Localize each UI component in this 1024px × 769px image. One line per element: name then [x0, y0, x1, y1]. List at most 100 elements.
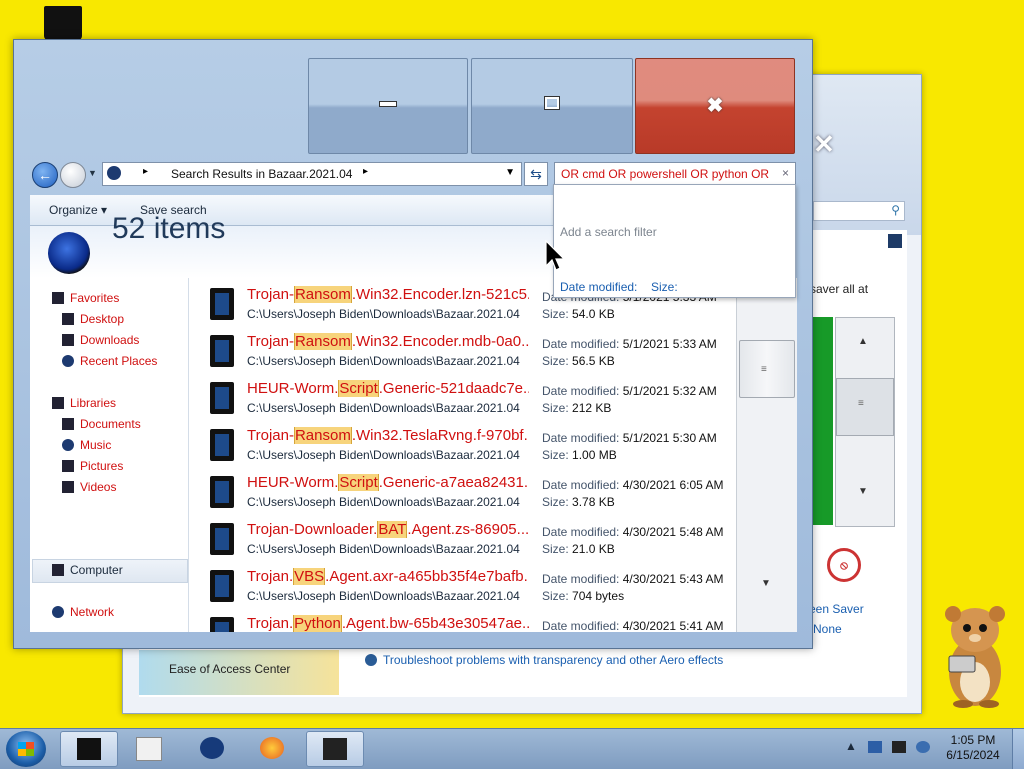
- file-date: Date modified: 5/1/2021 5:33 AM: [542, 337, 717, 351]
- show-desktop-button[interactable]: [1012, 729, 1024, 769]
- recent-pages-dropdown-icon[interactable]: ▼: [88, 168, 97, 178]
- list-item[interactable]: Trojan-Ransom.Win32.Encoder.mdb-0a0... C…: [190, 325, 736, 372]
- file-name[interactable]: Trojan-Ransom.Win32.Encoder.lzn-521c5...: [247, 286, 529, 303]
- nav-recent-places[interactable]: Recent Places: [62, 354, 157, 368]
- taskbar-app-window[interactable]: [306, 731, 364, 767]
- nav-desktop[interactable]: Desktop: [62, 312, 124, 326]
- taskbar-app-media[interactable]: [120, 731, 176, 765]
- file-date: Date modified: 4/30/2021 6:05 AM: [542, 478, 724, 492]
- action-center-icon[interactable]: [868, 741, 882, 753]
- minimize-button[interactable]: [308, 58, 468, 154]
- file-name[interactable]: Trojan-Ransom.Win32.Encoder.mdb-0a0...: [247, 333, 529, 350]
- network-tray-icon[interactable]: [916, 741, 930, 753]
- file-name[interactable]: Trojan-Downloader.BAT.Agent.zs-86905...: [247, 521, 529, 538]
- display-icon[interactable]: [892, 741, 906, 753]
- search-results-icon: [48, 232, 90, 274]
- scroll-thumb[interactable]: [739, 340, 795, 398]
- nav-videos[interactable]: Videos: [62, 480, 116, 494]
- list-item[interactable]: HEUR-Worm.Script.Generic-521daadc7e... C…: [190, 372, 736, 419]
- address-dropdown-icon[interactable]: ▼: [505, 167, 515, 178]
- scroll-up-icon[interactable]: ▲: [858, 336, 868, 347]
- background-close-icon[interactable]: ✕: [813, 129, 835, 160]
- start-button[interactable]: [6, 731, 46, 767]
- nav-music[interactable]: Music: [62, 438, 111, 452]
- window-icon: [323, 738, 347, 760]
- scroll-down-icon[interactable]: ▼: [858, 486, 868, 497]
- taskbar-app-firefox[interactable]: [244, 731, 300, 765]
- close-button[interactable]: ✖: [635, 58, 795, 154]
- desktop-shortcut-icon[interactable]: [44, 6, 82, 40]
- file-name[interactable]: Trojan.VBS.Agent.axr-a465bb35f4e7bafb...: [247, 568, 529, 585]
- file-date: Date modified: 5/1/2021 5:30 AM: [542, 431, 717, 445]
- scroll-down-icon[interactable]: ▼: [761, 578, 771, 589]
- scroll-thumb[interactable]: [836, 378, 894, 436]
- file-date: Date modified: 4/30/2021 5:48 AM: [542, 525, 724, 539]
- filter-date-modified[interactable]: Date modified:: [560, 280, 637, 294]
- list-item[interactable]: Trojan-Downloader.BAT.Agent.zs-86905... …: [190, 513, 736, 560]
- breadcrumb[interactable]: Search Results in Bazaar.2021.04: [171, 167, 352, 181]
- file-name[interactable]: HEUR-Worm.Script.Generic-521daadc7e...: [247, 380, 529, 397]
- taskbar: ▲ 1:05 PM 6/15/2024: [0, 728, 1024, 769]
- forward-button[interactable]: [60, 162, 86, 188]
- file-name[interactable]: Trojan.Python.Agent.bw-65b43e30547ae...: [247, 615, 529, 632]
- search-filter-dropdown: Add a search filter Date modified: Size:: [553, 184, 796, 298]
- troubleshoot-link[interactable]: Troubleshoot problems with transparency …: [365, 653, 723, 667]
- computer-icon: [107, 166, 121, 180]
- file-name[interactable]: HEUR-Worm.Script.Generic-a7aea82431...: [247, 474, 529, 491]
- back-button[interactable]: ←: [32, 162, 58, 188]
- nav-computer[interactable]: Computer: [52, 563, 123, 577]
- media-player-icon: [136, 737, 162, 761]
- nav-favorites[interactable]: Favorites: [52, 291, 119, 305]
- taskbar-app-explorer[interactable]: [60, 731, 118, 767]
- search-query-text[interactable]: OR cmd OR powershell OR python OR j: [561, 167, 771, 181]
- ease-of-access-label: Ease of Access Center: [169, 662, 291, 676]
- show-hidden-icons-arrow[interactable]: ▲: [845, 739, 857, 753]
- breadcrumb-chevron-icon[interactable]: ▸: [143, 166, 148, 177]
- clear-search-icon[interactable]: ×: [782, 166, 789, 180]
- breadcrumb-chevron-icon[interactable]: ▸: [363, 166, 368, 177]
- search-input[interactable]: OR cmd OR powershell OR python OR j ×: [554, 162, 796, 186]
- background-search-box[interactable]: ⚲: [813, 201, 905, 221]
- explorer-window[interactable]: ✖ ← ▼ ▸ Search Results in Bazaar.2021.04…: [13, 39, 813, 649]
- file-date: Date modified: 4/30/2021 5:43 AM: [542, 572, 724, 586]
- background-scrollbar[interactable]: ▲ ≡ ▼: [835, 317, 895, 527]
- explorer-icon: [77, 738, 101, 760]
- theme-preview-swatch: [811, 317, 833, 525]
- nav-downloads[interactable]: Downloads: [62, 333, 139, 347]
- screen-saver-none-icon[interactable]: ⦸: [827, 548, 861, 582]
- file-icon: [210, 617, 234, 632]
- taskbar-app-ie[interactable]: [184, 731, 240, 765]
- documents-icon: [62, 418, 74, 430]
- help-icon[interactable]: [888, 234, 902, 248]
- nav-documents[interactable]: Documents: [62, 417, 141, 431]
- ease-of-access-link[interactable]: Ease of Access Center: [139, 650, 339, 695]
- results-scrollbar[interactable]: ▲ ≡ ▼: [736, 278, 797, 632]
- nav-network[interactable]: Network: [52, 605, 114, 619]
- nav-libraries[interactable]: Libraries: [52, 396, 116, 410]
- star-icon: [52, 292, 64, 304]
- file-name[interactable]: Trojan-Ransom.Win32.TeslaRvng.f-970bf...: [247, 427, 529, 444]
- file-icon: [210, 523, 234, 555]
- troubleshoot-icon: [365, 654, 377, 666]
- nav-pictures[interactable]: Pictures: [62, 459, 123, 473]
- system-clock[interactable]: 1:05 PM 6/15/2024: [946, 733, 1000, 763]
- close-icon: ✖: [706, 95, 724, 117]
- file-path: C:\Users\Joseph Biden\Downloads\Bazaar.2…: [247, 542, 520, 556]
- mouse-cursor-icon: [545, 240, 565, 271]
- screen-saver-value: None: [813, 622, 842, 636]
- list-item[interactable]: Trojan.Python.Agent.bw-65b43e30547ae... …: [190, 607, 736, 632]
- refresh-button[interactable]: ⇆: [524, 162, 548, 186]
- screen-saver-link[interactable]: een Saver: [809, 602, 864, 616]
- list-item[interactable]: Trojan-Ransom.Win32.TeslaRvng.f-970bf...…: [190, 419, 736, 466]
- address-bar[interactable]: ▸ Search Results in Bazaar.2021.04 ▸ ▼: [102, 162, 522, 186]
- file-size: Size: 54.0 KB: [542, 307, 615, 321]
- filter-size[interactable]: Size:: [651, 280, 678, 294]
- file-size: Size: 3.78 KB: [542, 495, 615, 509]
- firefox-icon: [260, 737, 284, 759]
- maximize-button[interactable]: [471, 58, 633, 154]
- organize-menu[interactable]: Organize ▾: [49, 203, 107, 217]
- file-size: Size: 704 bytes: [542, 589, 625, 603]
- list-item[interactable]: HEUR-Worm.Script.Generic-a7aea82431... C…: [190, 466, 736, 513]
- pictures-icon: [62, 460, 74, 472]
- list-item[interactable]: Trojan.VBS.Agent.axr-a465bb35f4e7bafb...…: [190, 560, 736, 607]
